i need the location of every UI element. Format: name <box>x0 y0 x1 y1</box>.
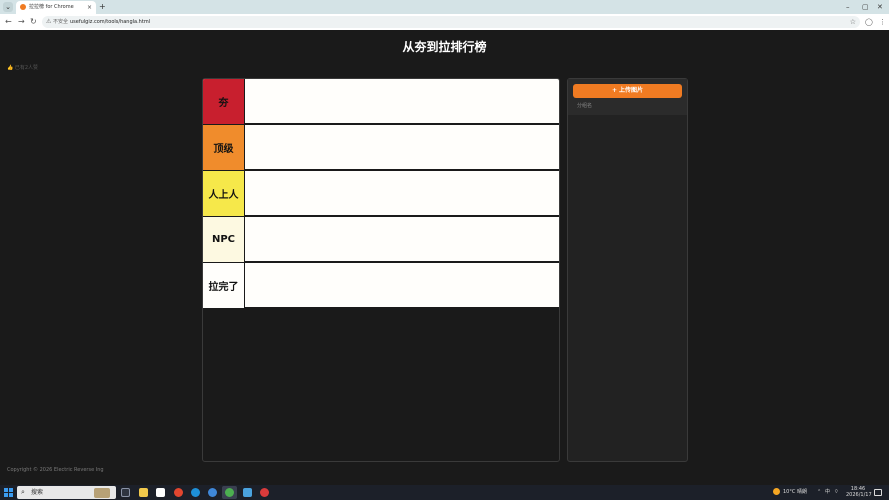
clock-date: 2026/1/17 <box>846 492 872 498</box>
tier-label[interactable]: 拉完了 <box>203 263 245 308</box>
tier-board: 夯 顶级 人上人 NPC 拉完了 <box>202 78 560 462</box>
page-footer: Copyright © 2026 Electric Reverse Ing <box>7 467 104 473</box>
image-pool-panel: + 上传图片 分组名 <box>567 78 688 462</box>
notification-icon[interactable] <box>874 489 882 496</box>
search-icon: ⌕ <box>21 488 25 496</box>
close-window-button[interactable]: ✕ <box>877 1 883 13</box>
task-view-icon[interactable] <box>121 488 130 497</box>
app-icon[interactable] <box>174 488 183 497</box>
taskbar-search-placeholder: 搜索 <box>31 489 44 496</box>
bookmark-star-icon[interactable]: ☆ <box>850 16 856 28</box>
tier-row: 拉完了 <box>203 263 559 308</box>
tier-drop-zone[interactable] <box>245 171 559 216</box>
page-title: 从夯到拉排行榜 <box>402 40 487 54</box>
weather-text: 10°C 晴朗 <box>783 489 807 495</box>
tray-chevron-icon[interactable]: ⌃ <box>817 486 821 499</box>
weather-widget[interactable]: 10°C 晴朗 <box>773 486 807 499</box>
tier-drop-zone[interactable] <box>245 217 559 262</box>
tier-drop-zone[interactable] <box>245 263 559 308</box>
tab-title: 拉拉榜 for Chrome <box>29 4 74 10</box>
tier-label[interactable]: 夯 <box>203 79 245 124</box>
taskbar-search-box[interactable]: ⌕ 搜索 <box>17 486 116 499</box>
browser-toolbar: ← → ↻ ⚠ 不安全 usefulgiz.com/tools/hangla.h… <box>0 14 889 30</box>
tier-row: 顶级 <box>203 125 559 170</box>
tier-label[interactable]: 人上人 <box>203 171 245 216</box>
like-text: 已有2人赞 <box>14 65 39 71</box>
new-tab-button[interactable]: + <box>99 1 106 13</box>
app-icon[interactable] <box>208 488 217 497</box>
like-counter[interactable]: 👍 已有2人赞 <box>7 64 38 71</box>
thumbs-up-icon: 👍 <box>7 65 14 71</box>
image-pool-header: + 上传图片 分组名 <box>568 79 687 115</box>
app-icon[interactable] <box>260 488 269 497</box>
security-label: 不安全 <box>53 19 69 25</box>
tier-row: 夯 <box>203 79 559 124</box>
edge-browser-icon[interactable] <box>191 488 200 497</box>
app-icon[interactable] <box>156 488 165 497</box>
sun-icon <box>773 488 780 495</box>
taskbar-clock[interactable]: 18:46 2026/1/17 <box>846 486 872 498</box>
group-name-label[interactable]: 分组名 <box>577 102 592 109</box>
back-icon[interactable]: ← <box>5 16 12 28</box>
minimize-button[interactable]: – <box>846 1 850 13</box>
search-highlight-image <box>94 488 110 498</box>
forward-icon[interactable]: → <box>18 16 25 28</box>
tier-row: NPC <box>203 217 559 262</box>
tier-drop-zone[interactable] <box>245 79 559 124</box>
tab-search-icon[interactable]: ⌄ <box>3 2 13 12</box>
tier-label[interactable]: 顶级 <box>203 125 245 170</box>
address-bar[interactable]: ⚠ 不安全 usefulgiz.com/tools/hangla.html ☆ <box>42 16 860 28</box>
ime-indicator[interactable]: 中 <box>825 486 830 499</box>
tier-label[interactable]: NPC <box>203 217 245 262</box>
menu-icon[interactable]: ⋮ <box>879 16 886 28</box>
url-text[interactable]: usefulgiz.com/tools/hangla.html <box>70 16 150 28</box>
tab-close-icon[interactable]: × <box>87 2 92 13</box>
windows-start-icon[interactable] <box>4 488 13 497</box>
tier-row: 人上人 <box>203 171 559 216</box>
chrome-browser-icon[interactable] <box>225 488 234 497</box>
file-explorer-icon[interactable] <box>139 488 148 497</box>
network-icon[interactable]: ⌔ <box>834 486 839 499</box>
security-warning-icon[interactable]: ⚠ <box>46 16 51 28</box>
browser-tab[interactable]: 拉拉榜 for Chrome × <box>16 1 96 14</box>
taskbar: ⌕ 搜索 10°C 晴朗 ⌃ 中 ⌔ 18:46 2026/1/17 <box>0 485 889 500</box>
maximize-button[interactable]: ▢ <box>862 1 869 13</box>
app-icon[interactable] <box>243 488 252 497</box>
browser-tab-strip: ⌄ 拉拉榜 for Chrome × + – ▢ ✕ <box>0 0 889 14</box>
tab-favicon-icon <box>20 4 26 10</box>
upload-image-button[interactable]: + 上传图片 <box>573 84 682 98</box>
tier-drop-zone[interactable] <box>245 125 559 170</box>
profile-icon[interactable]: ◯ <box>865 16 873 28</box>
reload-icon[interactable]: ↻ <box>30 16 37 28</box>
